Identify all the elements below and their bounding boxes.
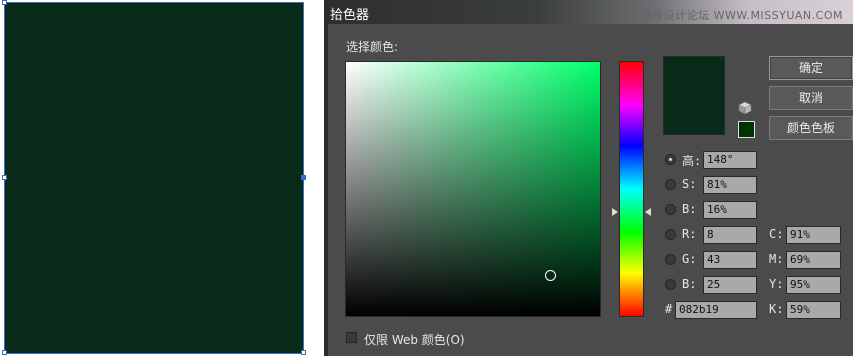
center-point-handle[interactable] (301, 175, 306, 180)
color-picker-dialog: 拾色器 思缘设计论坛 WWW.MISSYUAN.COM 选择颜色: 确定 取消 … (328, 0, 853, 356)
blue-input[interactable]: 25 (703, 276, 757, 294)
green-label: G: (682, 252, 697, 266)
hue-slider[interactable] (619, 61, 644, 317)
hue-label: 高: (682, 154, 702, 168)
green-input[interactable]: 43 (703, 251, 757, 269)
saturation-radio[interactable] (665, 179, 676, 190)
blue-radio[interactable] (665, 279, 676, 290)
color-field[interactable] (345, 61, 601, 317)
resize-handle-top-left[interactable] (2, 0, 7, 5)
watermark-text: 思缘设计论坛 WWW.MISSYUAN.COM (640, 9, 843, 22)
dialog-title: 拾色器 (330, 8, 370, 23)
black-label: K: (769, 302, 784, 316)
hex-label: # (665, 302, 673, 316)
yellow-label: Y: (769, 277, 784, 291)
green-radio[interactable] (665, 254, 676, 265)
cyan-input[interactable]: 91% (786, 226, 841, 244)
document-canvas[interactable] (0, 0, 324, 356)
saturation-input[interactable]: 81% (703, 176, 757, 194)
resize-handle-bottom-right[interactable] (301, 350, 306, 355)
saturation-label: S: (682, 177, 697, 191)
color-swatches-button[interactable]: 颜色色板 (769, 116, 853, 140)
yellow-input[interactable]: 95% (786, 276, 841, 294)
select-color-label: 选择颜色: (346, 40, 399, 54)
dialog-titlebar[interactable]: 拾色器 思缘设计论坛 WWW.MISSYUAN.COM (328, 0, 853, 24)
brightness-input[interactable]: 16% (703, 201, 757, 219)
brightness-label: B: (682, 202, 697, 216)
magenta-label: M: (769, 252, 784, 266)
web-safe-cube-icon[interactable] (738, 101, 752, 115)
blue-label: B: (682, 277, 697, 291)
red-radio[interactable] (665, 229, 676, 240)
hex-input[interactable]: 082b19 (675, 301, 757, 319)
hue-slider-right-arrow-icon[interactable] (645, 208, 651, 216)
cyan-label: C: (769, 227, 784, 241)
color-picker-ring-icon[interactable] (545, 270, 556, 281)
hue-input[interactable]: 148° (703, 151, 757, 169)
hue-radio[interactable] (665, 154, 676, 165)
red-label: R: (682, 227, 697, 241)
ok-button[interactable]: 确定 (769, 56, 853, 80)
cancel-button[interactable]: 取消 (769, 86, 853, 110)
magenta-input[interactable]: 69% (786, 251, 841, 269)
resize-handle-bottom-left[interactable] (2, 350, 7, 355)
hue-slider-left-arrow-icon[interactable] (612, 208, 618, 216)
selected-shape[interactable] (4, 2, 304, 354)
resize-handle-mid-left[interactable] (2, 175, 7, 180)
black-input[interactable]: 59% (786, 301, 841, 319)
web-colors-only-label[interactable]: 仅限 Web 颜色(O) (364, 331, 465, 348)
red-input[interactable]: 8 (703, 226, 757, 244)
web-colors-only-checkbox[interactable] (346, 332, 357, 343)
current-color-swatch (663, 56, 725, 135)
web-safe-color-swatch[interactable] (738, 121, 755, 138)
brightness-radio[interactable] (665, 204, 676, 215)
